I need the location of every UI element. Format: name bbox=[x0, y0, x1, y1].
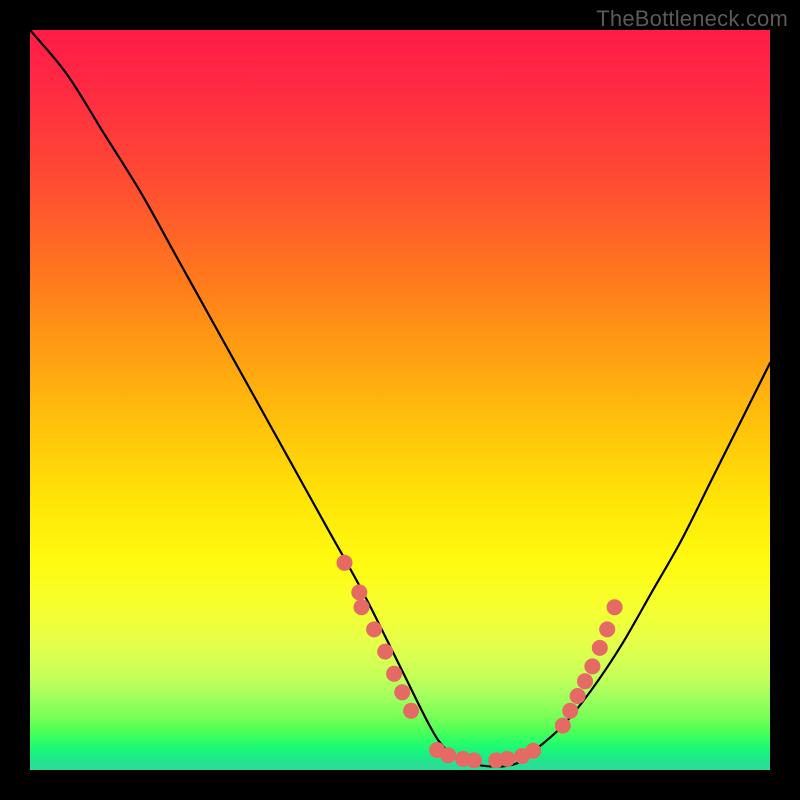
data-marker bbox=[584, 658, 600, 674]
data-marker bbox=[562, 703, 578, 719]
data-marker bbox=[592, 640, 608, 656]
marker-group bbox=[337, 555, 623, 769]
data-marker bbox=[377, 644, 393, 660]
data-marker bbox=[607, 599, 623, 615]
data-marker bbox=[525, 743, 541, 759]
data-marker bbox=[354, 599, 370, 615]
data-marker bbox=[555, 718, 571, 734]
data-marker bbox=[394, 684, 410, 700]
data-marker bbox=[570, 688, 586, 704]
data-marker bbox=[577, 673, 593, 689]
data-marker bbox=[337, 555, 353, 571]
data-marker bbox=[351, 584, 367, 600]
data-marker bbox=[466, 752, 482, 768]
chart-frame: TheBottleneck.com bbox=[0, 0, 800, 800]
data-marker bbox=[440, 747, 456, 763]
data-marker bbox=[499, 751, 515, 767]
data-marker bbox=[403, 703, 419, 719]
plot-area bbox=[30, 30, 770, 770]
curve-group bbox=[30, 30, 770, 767]
attribution-text: TheBottleneck.com bbox=[596, 6, 788, 32]
bottleneck-curve bbox=[30, 30, 770, 767]
data-marker bbox=[599, 621, 615, 637]
bottleneck-curve-svg bbox=[30, 30, 770, 770]
data-marker bbox=[366, 621, 382, 637]
data-marker bbox=[386, 666, 402, 682]
